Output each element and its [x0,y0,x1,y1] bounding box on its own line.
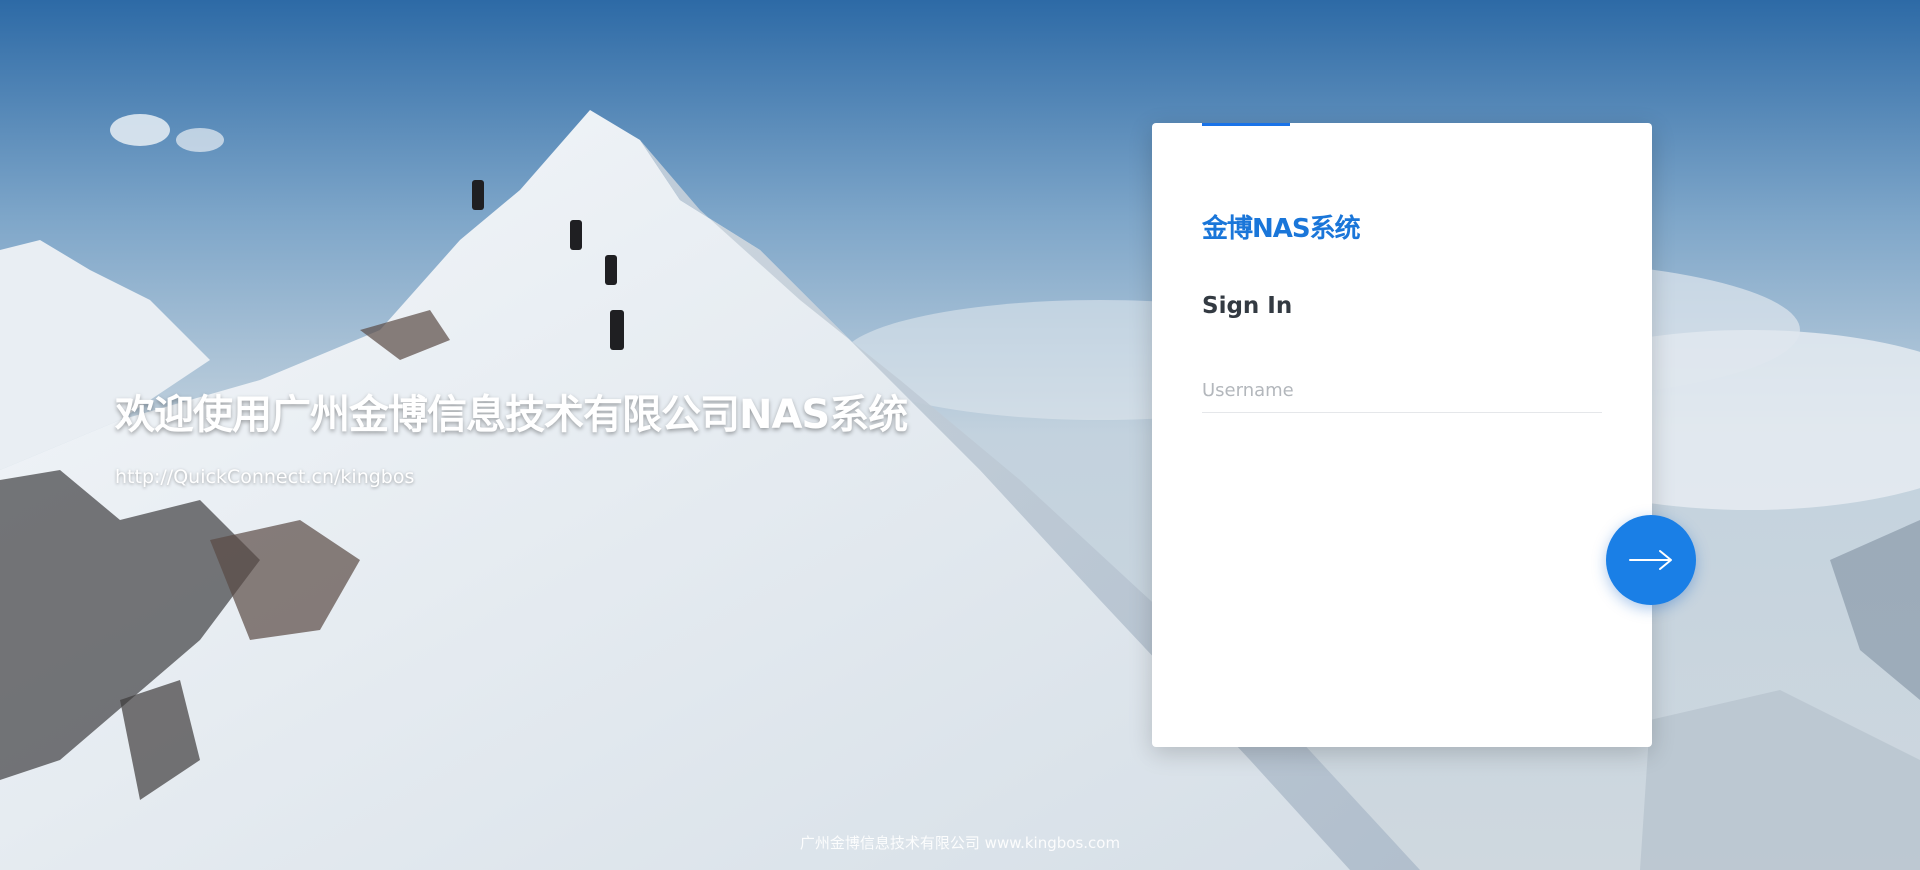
card-accent-bar [1202,123,1290,126]
welcome-title: 欢迎使用广州金博信息技术有限公司NAS系统 [115,392,908,438]
arrow-right-icon [1629,550,1672,570]
quickconnect-url: http://QuickConnect.cn/kingbos [115,466,415,488]
footer-copyright: 广州金博信息技术有限公司 www.kingbos.com [799,834,1121,852]
login-card: 金博NAS系统 Sign In [1152,123,1652,747]
welcome-section: 欢迎使用广州金博信息技术有限公司NAS系统 http://QuickConnec… [115,382,908,488]
system-title: 金博NAS系统 [1202,214,1361,244]
submit-button[interactable] [1606,515,1696,605]
username-input[interactable] [1202,368,1602,413]
login-page: 欢迎使用广州金博信息技术有限公司NAS系统 http://QuickConnec… [0,0,1920,870]
sign-in-heading: Sign In [1202,293,1293,319]
